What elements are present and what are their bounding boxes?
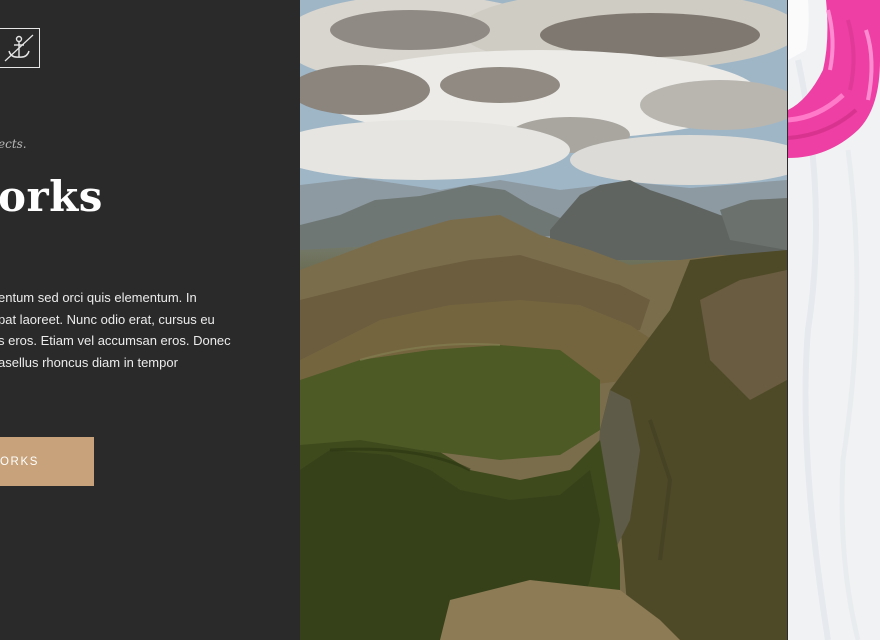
body-line: asellus rhoncus diam in tempor — [0, 354, 178, 370]
pink-knit-on-white-fur-photo — [788, 0, 880, 640]
body-line: entum sed orci quis elementum. In — [0, 290, 197, 305]
mountain-landscape-photo — [300, 0, 787, 640]
anchor-icon — [4, 34, 34, 62]
view-works-button[interactable]: ORKS — [0, 437, 94, 486]
site-logo[interactable] — [0, 28, 40, 68]
body-line: pat laoreet. Nunc odio erat, cursus eu — [0, 311, 215, 327]
hero-headline: orks — [0, 172, 103, 221]
hero-text-panel: ects. orks entum sed orci quis elementum… — [0, 0, 300, 640]
hero-section: ects. orks entum sed orci quis elementum… — [0, 0, 880, 640]
hero-body-text: entum sed orci quis elementum. In pat la… — [0, 287, 253, 373]
hero-eyebrow: ects. — [0, 137, 27, 151]
body-line: s eros. Etiam vel accumsan eros. Donec — [0, 333, 231, 348]
